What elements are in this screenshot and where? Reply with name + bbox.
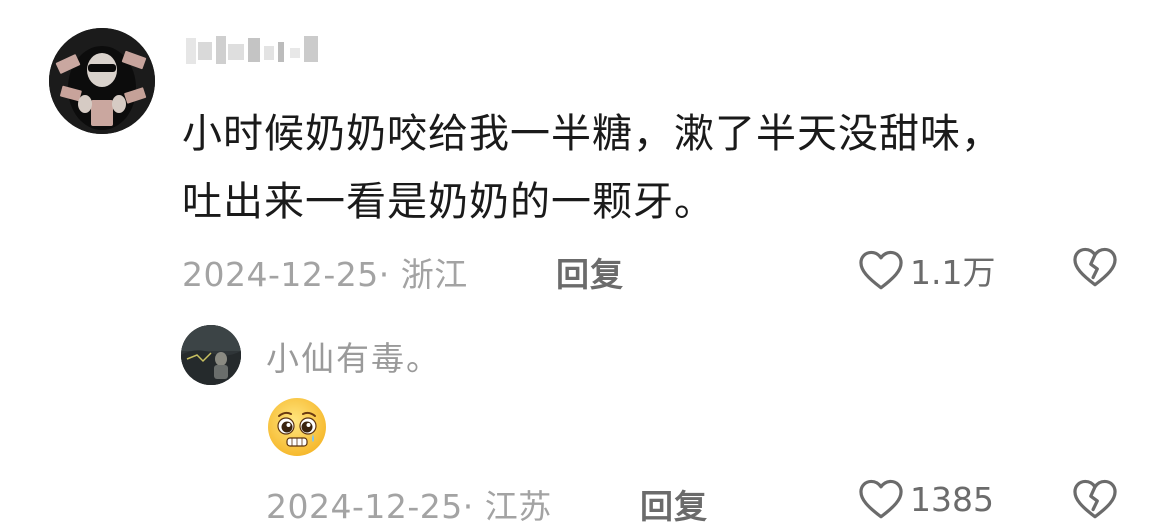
heart-outline-icon [859,479,903,519]
like-count: 1.1万 [910,253,996,292]
reply-button[interactable]: 回复 [556,248,624,296]
comment-text: 小时候奶奶咬给我一半糖，漱了半天没甜味， 吐出来一看是奶奶的一颗牙。 [182,100,1142,236]
broken-heart-icon [1073,479,1117,519]
avatar-image [49,28,155,134]
comment-date-location: 2024-12-25· 浙江 [182,255,468,294]
commenter-username-blurred[interactable] [182,28,332,72]
reply-like-button[interactable]: 1385 [858,478,994,520]
comment-text-line-2: 吐出来一看是奶奶的一颗牙。 [182,179,715,225]
avatar-image [181,325,241,385]
reply-date-location: 2024-12-25· 江苏 [266,487,552,526]
replier-username[interactable]: 小仙有毒。 [266,332,441,380]
comment-text-line-1: 小时候奶奶咬给我一半糖，漱了半天没甜味， [182,111,1002,157]
broken-heart-icon [1073,247,1117,287]
heart-outline-icon [859,250,903,290]
like-button[interactable]: 1.1万 [858,246,995,294]
pleading-face-emoji [266,396,328,458]
commenter-avatar[interactable] [49,28,155,134]
reply-dislike-button[interactable] [1072,478,1118,524]
reply-like-count: 1385 [910,479,994,519]
blurred-username-graphic [186,36,318,64]
replier-avatar[interactable] [181,325,241,385]
dislike-button[interactable] [1072,246,1118,292]
reply-to-reply-button[interactable]: 回复 [640,480,708,528]
